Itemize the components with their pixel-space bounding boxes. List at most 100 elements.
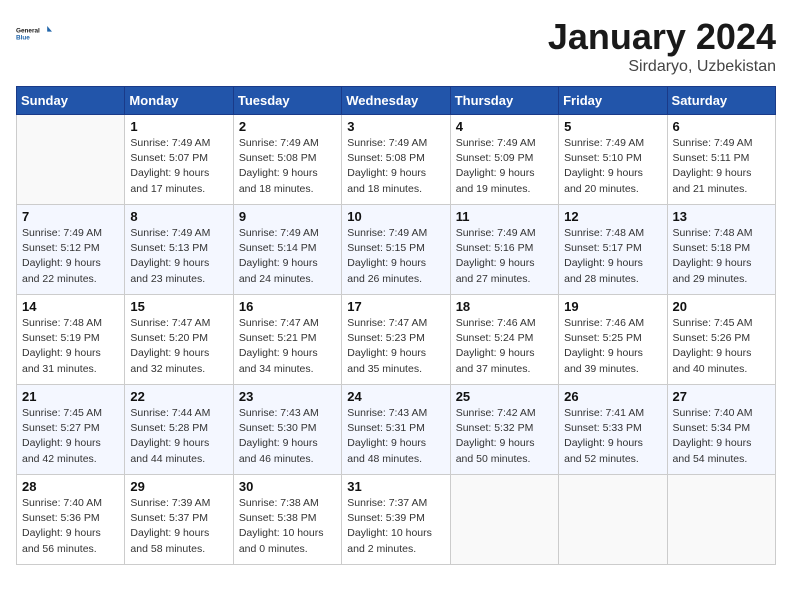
calendar-cell: 27 Sunrise: 7:40 AMSunset: 5:34 PMDayligh…	[667, 385, 775, 475]
day-number: 5	[564, 119, 661, 134]
calendar-cell: 18 Sunrise: 7:46 AMSunset: 5:24 PMDayligh…	[450, 295, 558, 385]
calendar-cell: 25 Sunrise: 7:42 AMSunset: 5:32 PMDayligh…	[450, 385, 558, 475]
day-info: Sunrise: 7:49 AMSunset: 5:11 PMDaylight:…	[673, 136, 770, 197]
calendar-cell: 7 Sunrise: 7:49 AMSunset: 5:12 PMDaylight…	[17, 205, 125, 295]
day-number: 3	[347, 119, 444, 134]
svg-text:General: General	[16, 27, 40, 34]
day-info: Sunrise: 7:40 AMSunset: 5:36 PMDaylight:…	[22, 496, 119, 557]
day-number: 13	[673, 209, 770, 224]
day-number: 22	[130, 389, 227, 404]
calendar-subtitle: Sirdaryo, Uzbekistan	[548, 58, 776, 76]
day-info: Sunrise: 7:46 AMSunset: 5:24 PMDaylight:…	[456, 316, 553, 377]
calendar-cell: 12 Sunrise: 7:48 AMSunset: 5:17 PMDayligh…	[559, 205, 667, 295]
day-number: 31	[347, 479, 444, 494]
calendar-cell: 15 Sunrise: 7:47 AMSunset: 5:20 PMDayligh…	[125, 295, 233, 385]
calendar-cell: 22 Sunrise: 7:44 AMSunset: 5:28 PMDayligh…	[125, 385, 233, 475]
day-number: 21	[22, 389, 119, 404]
day-number: 26	[564, 389, 661, 404]
day-number: 14	[22, 299, 119, 314]
day-info: Sunrise: 7:49 AMSunset: 5:08 PMDaylight:…	[347, 136, 444, 197]
calendar-cell: 11 Sunrise: 7:49 AMSunset: 5:16 PMDayligh…	[450, 205, 558, 295]
page-header: General Blue January 2024 Sirdaryo, Uzbe…	[16, 16, 776, 76]
calendar-cell: 3 Sunrise: 7:49 AMSunset: 5:08 PMDaylight…	[342, 115, 450, 205]
day-info: Sunrise: 7:47 AMSunset: 5:20 PMDaylight:…	[130, 316, 227, 377]
calendar-cell	[667, 475, 775, 565]
column-header-sunday: Sunday	[17, 87, 125, 115]
day-info: Sunrise: 7:49 AMSunset: 5:14 PMDaylight:…	[239, 226, 336, 287]
day-info: Sunrise: 7:43 AMSunset: 5:30 PMDaylight:…	[239, 406, 336, 467]
calendar-cell: 29 Sunrise: 7:39 AMSunset: 5:37 PMDayligh…	[125, 475, 233, 565]
day-info: Sunrise: 7:48 AMSunset: 5:17 PMDaylight:…	[564, 226, 661, 287]
calendar-table: SundayMondayTuesdayWednesdayThursdayFrid…	[16, 86, 776, 565]
calendar-title: January 2024	[548, 16, 776, 58]
day-info: Sunrise: 7:49 AMSunset: 5:10 PMDaylight:…	[564, 136, 661, 197]
day-info: Sunrise: 7:49 AMSunset: 5:07 PMDaylight:…	[130, 136, 227, 197]
day-number: 1	[130, 119, 227, 134]
day-number: 8	[130, 209, 227, 224]
column-header-wednesday: Wednesday	[342, 87, 450, 115]
day-info: Sunrise: 7:44 AMSunset: 5:28 PMDaylight:…	[130, 406, 227, 467]
day-info: Sunrise: 7:48 AMSunset: 5:19 PMDaylight:…	[22, 316, 119, 377]
day-info: Sunrise: 7:49 AMSunset: 5:09 PMDaylight:…	[456, 136, 553, 197]
logo: General Blue	[16, 16, 52, 52]
day-number: 23	[239, 389, 336, 404]
day-info: Sunrise: 7:47 AMSunset: 5:21 PMDaylight:…	[239, 316, 336, 377]
calendar-cell: 23 Sunrise: 7:43 AMSunset: 5:30 PMDayligh…	[233, 385, 341, 475]
day-number: 24	[347, 389, 444, 404]
calendar-cell: 4Sunrise: 7:49 AMSunset: 5:09 PMDaylight…	[450, 115, 558, 205]
day-number: 11	[456, 209, 553, 224]
day-info: Sunrise: 7:46 AMSunset: 5:25 PMDaylight:…	[564, 316, 661, 377]
day-info: Sunrise: 7:38 AMSunset: 5:38 PMDaylight:…	[239, 496, 336, 557]
day-number: 16	[239, 299, 336, 314]
calendar-cell: 24 Sunrise: 7:43 AMSunset: 5:31 PMDayligh…	[342, 385, 450, 475]
calendar-cell	[559, 475, 667, 565]
day-number: 17	[347, 299, 444, 314]
calendar-cell: 1 Sunrise: 7:49 AMSunset: 5:07 PMDaylight…	[125, 115, 233, 205]
day-info: Sunrise: 7:40 AMSunset: 5:34 PMDaylight:…	[673, 406, 770, 467]
day-number: 29	[130, 479, 227, 494]
calendar-cell: 21 Sunrise: 7:45 AMSunset: 5:27 PMDayligh…	[17, 385, 125, 475]
day-info: Sunrise: 7:39 AMSunset: 5:37 PMDaylight:…	[130, 496, 227, 557]
calendar-cell: 31 Sunrise: 7:37 AMSunset: 5:39 PMDayligh…	[342, 475, 450, 565]
day-number: 10	[347, 209, 444, 224]
title-section: January 2024 Sirdaryo, Uzbekistan	[548, 16, 776, 76]
calendar-cell: 13 Sunrise: 7:48 AMSunset: 5:18 PMDayligh…	[667, 205, 775, 295]
day-info: Sunrise: 7:49 AMSunset: 5:15 PMDaylight:…	[347, 226, 444, 287]
day-info: Sunrise: 7:49 AMSunset: 5:12 PMDaylight:…	[22, 226, 119, 287]
calendar-cell: 17Sunrise: 7:47 AMSunset: 5:23 PMDayligh…	[342, 295, 450, 385]
day-number: 30	[239, 479, 336, 494]
day-info: Sunrise: 7:45 AMSunset: 5:27 PMDaylight:…	[22, 406, 119, 467]
column-header-friday: Friday	[559, 87, 667, 115]
calendar-cell: 28 Sunrise: 7:40 AMSunset: 5:36 PMDayligh…	[17, 475, 125, 565]
calendar-cell: 16 Sunrise: 7:47 AMSunset: 5:21 PMDayligh…	[233, 295, 341, 385]
calendar-cell: 5 Sunrise: 7:49 AMSunset: 5:10 PMDaylight…	[559, 115, 667, 205]
day-number: 27	[673, 389, 770, 404]
calendar-cell: 30 Sunrise: 7:38 AMSunset: 5:38 PMDayligh…	[233, 475, 341, 565]
day-info: Sunrise: 7:48 AMSunset: 5:18 PMDaylight:…	[673, 226, 770, 287]
calendar-cell: 20 Sunrise: 7:45 AMSunset: 5:26 PMDayligh…	[667, 295, 775, 385]
day-number: 20	[673, 299, 770, 314]
calendar-cell	[17, 115, 125, 205]
day-number: 12	[564, 209, 661, 224]
day-number: 7	[22, 209, 119, 224]
day-number: 19	[564, 299, 661, 314]
day-number: 28	[22, 479, 119, 494]
day-info: Sunrise: 7:49 AMSunset: 5:16 PMDaylight:…	[456, 226, 553, 287]
day-info: Sunrise: 7:45 AMSunset: 5:26 PMDaylight:…	[673, 316, 770, 377]
day-number: 2	[239, 119, 336, 134]
day-info: Sunrise: 7:41 AMSunset: 5:33 PMDaylight:…	[564, 406, 661, 467]
calendar-cell: 6Sunrise: 7:49 AMSunset: 5:11 PMDaylight…	[667, 115, 775, 205]
day-number: 15	[130, 299, 227, 314]
day-number: 18	[456, 299, 553, 314]
calendar-cell	[450, 475, 558, 565]
day-info: Sunrise: 7:37 AMSunset: 5:39 PMDaylight:…	[347, 496, 444, 557]
calendar-cell: 8 Sunrise: 7:49 AMSunset: 5:13 PMDaylight…	[125, 205, 233, 295]
day-info: Sunrise: 7:49 AMSunset: 5:08 PMDaylight:…	[239, 136, 336, 197]
logo-svg: General Blue	[16, 16, 52, 52]
day-info: Sunrise: 7:43 AMSunset: 5:31 PMDaylight:…	[347, 406, 444, 467]
day-number: 25	[456, 389, 553, 404]
day-info: Sunrise: 7:42 AMSunset: 5:32 PMDaylight:…	[456, 406, 553, 467]
day-info: Sunrise: 7:49 AMSunset: 5:13 PMDaylight:…	[130, 226, 227, 287]
calendar-cell: 9Sunrise: 7:49 AMSunset: 5:14 PMDaylight…	[233, 205, 341, 295]
svg-text:Blue: Blue	[16, 35, 30, 42]
